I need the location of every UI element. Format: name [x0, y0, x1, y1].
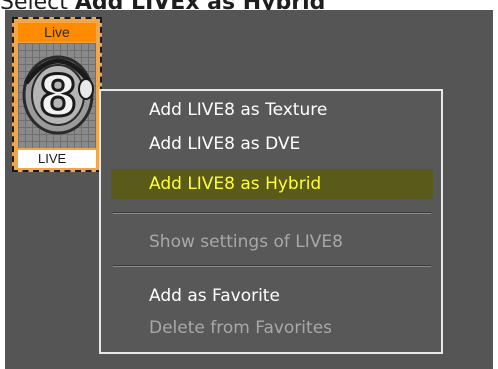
menu-separator — [113, 265, 431, 267]
live-source-tile[interactable]: Live 8 LIVE — [12, 17, 102, 172]
live-badge-icon: 8 — [18, 43, 96, 148]
context-menu: Add LIVE8 as Texture Add LIVE8 as DVE Ad… — [99, 89, 443, 354]
menu-item-add-as-hybrid[interactable]: Add LIVE8 as Hybrid — [111, 169, 433, 199]
menu-item-add-as-dve[interactable]: Add LIVE8 as DVE — [111, 129, 433, 159]
tile-badge-digit: 8 — [39, 64, 78, 129]
menu-item-delete-from-favorites: Delete from Favorites — [149, 318, 333, 338]
menu-item-add-as-favorite[interactable]: Add as Favorite — [111, 281, 433, 311]
menu-separator — [113, 212, 431, 214]
tile-footer-label: LIVE — [18, 150, 96, 168]
tile-header: Live — [18, 23, 96, 42]
menu-item-add-as-texture[interactable]: Add LIVE8 as Texture — [111, 95, 433, 125]
menu-item-show-settings: Show settings of LIVE8 — [149, 232, 343, 252]
